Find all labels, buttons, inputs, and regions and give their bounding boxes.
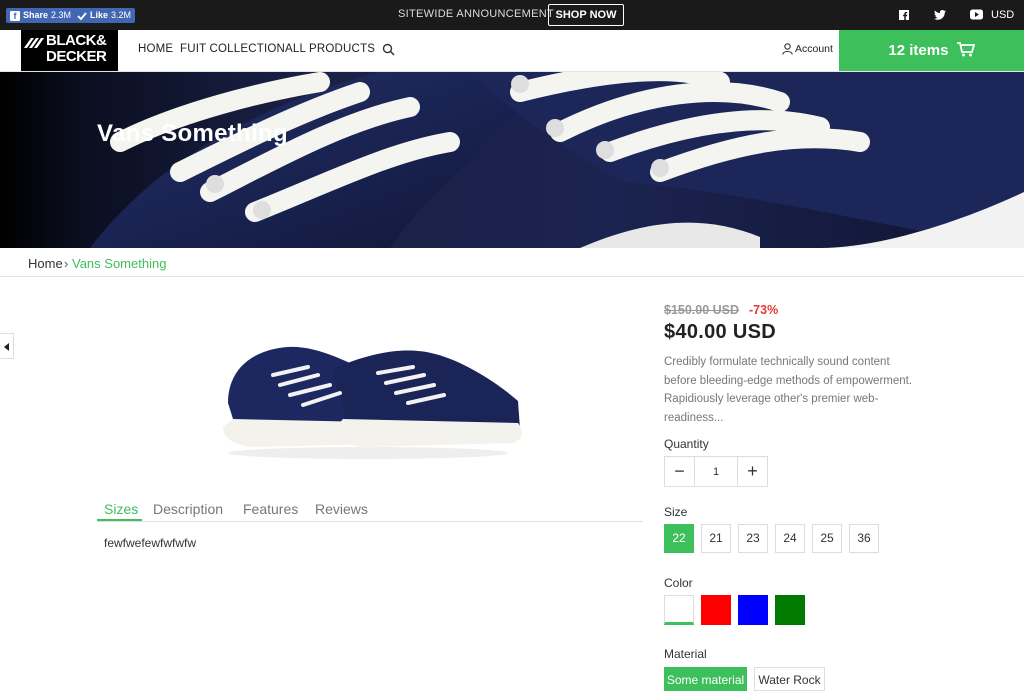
- breadcrumb-home[interactable]: Home: [28, 256, 63, 271]
- hero-banner: Vans Something: [0, 72, 1024, 248]
- twitter-icon[interactable]: [934, 10, 946, 20]
- size-option-23[interactable]: 23: [738, 524, 768, 553]
- size-option-25[interactable]: 25: [812, 524, 842, 553]
- announcement-text: SITEWIDE ANNOUNCEMENT: [398, 8, 555, 20]
- account-label: Account: [795, 43, 833, 55]
- shop-now-button[interactable]: SHOP NOW: [548, 4, 624, 26]
- quantity-stepper: − 1 +: [664, 456, 768, 487]
- youtube-icon[interactable]: [970, 9, 983, 20]
- user-icon: [782, 43, 793, 55]
- discount-badge: -73%: [749, 303, 779, 317]
- size-option-24[interactable]: 24: [775, 524, 805, 553]
- announcement-bar: f Share 2.3M Like 3.2M SITEWIDE ANNOUNCE…: [0, 0, 1024, 30]
- nav-home[interactable]: HOME: [138, 43, 173, 55]
- color-swatch-white[interactable]: [664, 595, 694, 625]
- facebook-like-label: Like: [90, 10, 109, 20]
- facebook-icon[interactable]: [899, 10, 909, 20]
- color-swatch-blue[interactable]: [738, 595, 768, 625]
- quantity-input[interactable]: 1: [696, 457, 736, 486]
- facebook-share-label: Share: [23, 10, 49, 20]
- quantity-decrease-button[interactable]: −: [665, 457, 695, 486]
- active-tab-indicator: [97, 519, 142, 521]
- material-label: Material: [664, 647, 707, 661]
- sidebar-toggle[interactable]: [0, 333, 14, 359]
- size-option-21[interactable]: 21: [701, 524, 731, 553]
- checkmark-icon: [77, 11, 87, 20]
- color-label: Color: [664, 576, 693, 590]
- facebook-icon: f: [10, 10, 20, 21]
- caret-left-icon: [4, 343, 9, 351]
- color-swatch-red[interactable]: [701, 595, 731, 625]
- quantity-label: Quantity: [664, 437, 709, 451]
- logo-text: BLACK& DECKER: [46, 32, 107, 65]
- tab-description[interactable]: Description: [153, 501, 223, 517]
- size-option-36[interactable]: 36: [849, 524, 879, 553]
- size-option-22[interactable]: 22: [664, 524, 694, 553]
- cart-count: 12 items: [888, 42, 949, 59]
- facebook-share-button[interactable]: f Share 2.3M: [6, 8, 76, 23]
- brand-logo[interactable]: BLACK& DECKER: [21, 30, 118, 71]
- color-swatch-green[interactable]: [775, 595, 805, 625]
- tab-features[interactable]: Features: [243, 501, 298, 517]
- nav-all-products[interactable]: ALL PRODUCTS: [285, 43, 375, 55]
- nav-fuit-collection[interactable]: FUIT COLLECTION: [180, 43, 285, 55]
- product-image[interactable]: [218, 335, 524, 463]
- cart-button[interactable]: 12 items: [839, 30, 1024, 71]
- quantity-increase-button[interactable]: +: [737, 457, 767, 486]
- breadcrumb-separator: ›: [64, 256, 69, 271]
- site-header: BLACK& DECKER HOME FUIT COLLECTION ALL P…: [0, 30, 1024, 72]
- search-icon[interactable]: [382, 43, 396, 57]
- material-option-water-rock[interactable]: Water Rock: [754, 667, 825, 691]
- breadcrumb-current[interactable]: Vans Something: [72, 256, 166, 271]
- size-label: Size: [664, 505, 688, 519]
- product-price: $40.00 USD: [664, 321, 776, 343]
- account-link[interactable]: Account: [782, 43, 833, 55]
- material-option-some-material[interactable]: Some material: [664, 667, 747, 691]
- breadcrumb: Home › Vans Something: [0, 249, 1024, 277]
- currency-selector[interactable]: USD: [991, 9, 1014, 21]
- facebook-like-count: 3.2M: [111, 10, 132, 20]
- hero-title: Vans Something: [97, 120, 288, 147]
- product-tabs: Sizes Description Features Reviews: [97, 498, 643, 522]
- cart-icon: [956, 42, 975, 57]
- logo-line-1: BLACK&: [46, 32, 107, 49]
- tab-reviews[interactable]: Reviews: [315, 501, 368, 517]
- hero-shoe-laces-image: [90, 72, 1024, 248]
- product-description: Credibly formulate technically sound con…: [664, 356, 913, 424]
- logo-stripes-icon: [24, 38, 44, 48]
- compare-at-price: $150.00 USD: [664, 303, 740, 317]
- facebook-share-count: 2.3M: [51, 10, 72, 20]
- tab-sizes[interactable]: Sizes: [104, 501, 138, 517]
- tab-content: fewfwefewfwfwfw: [104, 536, 197, 550]
- logo-line-2: DECKER: [46, 48, 107, 65]
- facebook-like-button[interactable]: Like 3.2M: [73, 8, 136, 23]
